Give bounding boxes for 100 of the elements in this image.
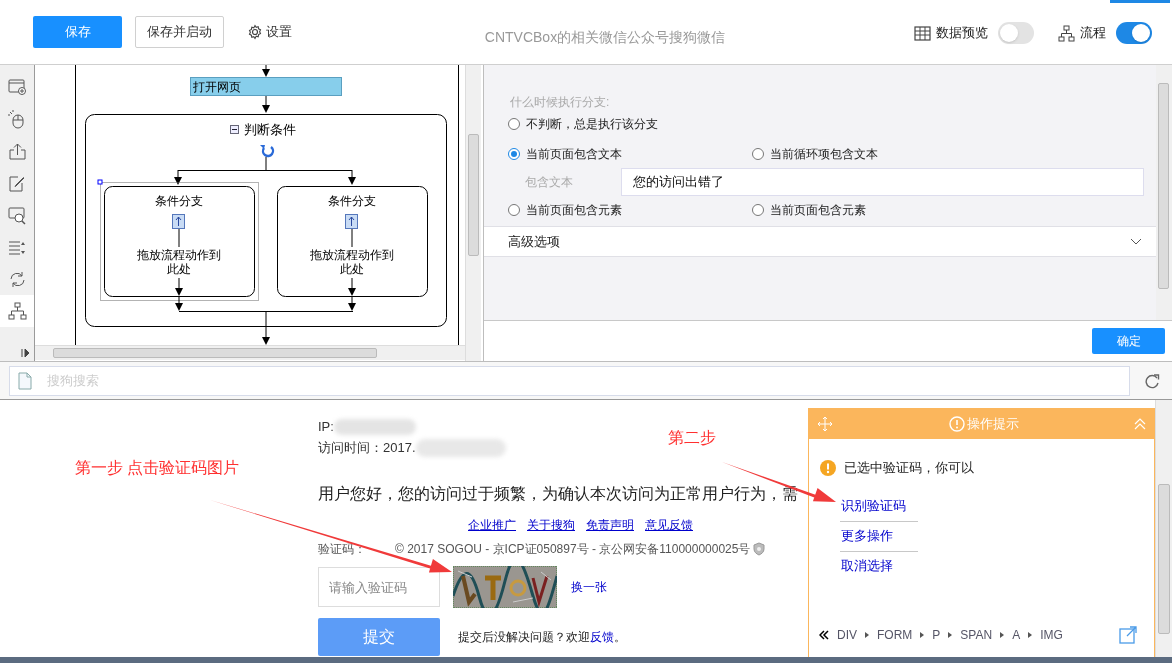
separator-icon [1000, 632, 1005, 638]
path-item[interactable]: A [1012, 626, 1021, 644]
scrollbar-thumb[interactable] [53, 348, 377, 358]
connector-arrow [174, 169, 182, 185]
step-label: 打开网页 [193, 80, 241, 94]
loop-icon [7, 269, 27, 289]
flowchart-icon [1058, 24, 1075, 42]
radio-option[interactable]: 不判断，总是执行该分支 [508, 115, 752, 133]
vertical-scrollbar[interactable] [1156, 65, 1172, 320]
action-link[interactable]: 取消选择 [840, 550, 918, 581]
magnifier-icon [7, 205, 27, 225]
mouse-icon [7, 109, 27, 129]
separator-icon [865, 632, 869, 638]
page-icon [18, 371, 32, 390]
branch-title: 条件分支 [155, 194, 203, 208]
captcha-input[interactable]: 请输入验证码 [318, 567, 440, 608]
edit-icon [7, 173, 27, 193]
badge-icon [753, 542, 766, 557]
footer-link[interactable]: 企业推广 [468, 516, 516, 535]
change-captcha-link[interactable]: 换一张 [571, 578, 607, 597]
path-item[interactable]: SPAN [960, 626, 993, 644]
branch-block[interactable] [277, 186, 428, 297]
annotation-text: 第一步 点击验证码图片 [75, 458, 240, 478]
refresh-icon [260, 145, 275, 158]
ip-label: IP: [318, 418, 334, 437]
field-label: 包含文本 [525, 174, 574, 191]
annotation-text: 第二步 [668, 428, 716, 448]
copyright-text: © 2017 SOGOU - 京ICP证050897号 - 京公网安备110000000025号 [395, 541, 751, 559]
open-page-step[interactable] [190, 77, 342, 96]
info-icon [948, 415, 965, 432]
branch-block[interactable] [97, 179, 259, 301]
path-item[interactable]: P [932, 626, 941, 644]
text-input[interactable]: 您的访问出错了 [621, 168, 1144, 196]
expand-icon[interactable] [20, 347, 30, 359]
connector-arrow [262, 326, 270, 345]
scrollbar-thumb[interactable] [1158, 484, 1170, 634]
vertical-scrollbar[interactable] [465, 65, 481, 361]
toggle-label: 数据预览 [936, 24, 988, 43]
flowchart-icon [7, 301, 27, 321]
toggle-switch[interactable] [1116, 22, 1152, 44]
drop-hint: 拖放流程动作到 [137, 248, 221, 262]
save-start-button[interactable]: 保存并启动 [135, 16, 224, 48]
upload-icon [7, 141, 27, 161]
captcha-label: 验证码： [318, 541, 367, 559]
radio-option[interactable]: 当前页面包含元素 [752, 201, 996, 219]
tip-message: 已选中验证码，你可以 [844, 459, 974, 477]
advanced-options-row[interactable]: 高级选项 [484, 226, 1156, 257]
radio-button[interactable] [508, 118, 520, 130]
connector-arrow [348, 169, 356, 185]
radio-option[interactable]: 当前循环项包含文本 [752, 145, 996, 163]
toggle-label: 流程 [1080, 24, 1106, 43]
footer-link[interactable]: 免责声明 [586, 516, 634, 535]
action-link[interactable]: 更多操作 [840, 520, 918, 551]
branch-icon [345, 214, 358, 229]
connector-arrow [262, 65, 270, 77]
drop-hint: 此处 [340, 262, 364, 276]
branch-title: 条件分支 [328, 194, 376, 208]
tab-indicator [1110, 0, 1170, 3]
radio-button[interactable] [508, 148, 520, 160]
window-title: CNTVCBox的相关微信公众号搜狗微信 [483, 28, 727, 47]
path-item[interactable]: DIV [837, 626, 857, 644]
chevron-down-icon [1130, 237, 1142, 246]
path-item[interactable]: FORM [877, 626, 913, 644]
settings-icon [247, 24, 263, 40]
toggle-switch[interactable] [998, 22, 1034, 44]
field-label: 什么时候执行分支: [509, 94, 611, 111]
footer-link[interactable]: 意见反馈 [645, 516, 693, 535]
help-text: 提交后没解决问题？欢迎反馈。 [458, 629, 626, 647]
feedback-link[interactable]: 反馈 [590, 630, 614, 645]
radio-button[interactable] [752, 148, 764, 160]
action-link[interactable]: 识别验证码 [840, 490, 918, 521]
separator-icon [1028, 632, 1033, 638]
radio-option[interactable]: 当前页面包含元素 [508, 201, 752, 219]
connector-arrow [262, 95, 270, 113]
horizontal-scrollbar[interactable] [35, 345, 465, 360]
visit-time-label: 访问时间：2017. [318, 439, 416, 458]
collapse-icon[interactable] [230, 125, 239, 134]
scrollbar-thumb[interactable] [468, 134, 479, 256]
radio-option[interactable]: 当前页面包含文本 [508, 145, 752, 163]
warning-icon [820, 459, 836, 476]
drop-hint: 拖放流程动作到 [310, 248, 394, 262]
drop-hint: 此处 [167, 262, 191, 276]
double-chevron-left-icon[interactable] [819, 630, 829, 640]
branch-icon [172, 214, 185, 229]
footer-link[interactable]: 关于搜狗 [527, 516, 575, 535]
separator-icon [920, 632, 925, 638]
sidebar-tool[interactable] [0, 295, 34, 327]
radio-button[interactable] [508, 204, 520, 216]
table-icon [914, 24, 931, 42]
scrollbar-thumb[interactable] [1158, 83, 1169, 289]
path-item[interactable]: IMG [1040, 626, 1063, 644]
window-add-icon [7, 77, 27, 97]
panel-title: 操作提示 [966, 414, 1019, 433]
condition-label: 判断条件 [244, 122, 296, 137]
vertical-scrollbar[interactable] [1155, 400, 1172, 657]
radio-button[interactable] [752, 204, 764, 216]
separator-icon [948, 632, 953, 638]
refresh-icon[interactable] [1144, 372, 1160, 389]
open-external-icon[interactable] [1119, 626, 1137, 644]
settings-button[interactable]: 设置 [247, 22, 292, 42]
